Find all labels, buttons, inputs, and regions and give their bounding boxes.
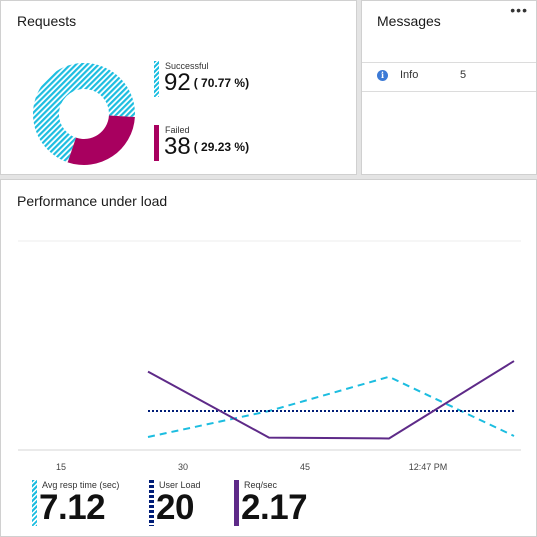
messages-title: Messages xyxy=(377,13,441,29)
message-label: Info xyxy=(400,69,419,81)
series-req-per-sec xyxy=(147,360,515,440)
x-tick-label: 30 xyxy=(178,462,188,472)
ellipsis-icon[interactable]: ••• xyxy=(510,3,528,17)
requests-donut xyxy=(33,63,135,165)
successful-count: 92 xyxy=(164,69,191,96)
successful-percent: 70.77 xyxy=(201,76,232,90)
failed-color-bar xyxy=(154,125,159,161)
series-avg-resp-time xyxy=(147,375,515,438)
performance-chart: 15 30 45 12:47 PM xyxy=(18,240,521,472)
x-tick-label: 15 xyxy=(56,462,66,472)
info-icon: i xyxy=(377,70,388,81)
requests-title: Requests xyxy=(17,13,77,29)
kpi-req-sec-color-bar xyxy=(234,480,239,526)
failed-value: 38( 29.23 %) xyxy=(164,133,250,160)
message-count: 5 xyxy=(460,69,467,81)
successful-value: 92( 70.77 %) xyxy=(164,69,250,96)
failed-percent: 29.23 xyxy=(201,140,232,154)
messages-divider-bottom xyxy=(362,91,536,92)
kpi-avg-resp-value: 7.12 xyxy=(39,488,106,527)
kpi-avg-resp-color-bar xyxy=(32,480,37,526)
kpi-user-load-color-bar xyxy=(149,480,154,526)
x-tick-label: 45 xyxy=(300,462,310,472)
x-tick-label: 12:47 PM xyxy=(409,462,448,472)
kpi-user-load-value: 20 xyxy=(156,488,194,527)
performance-tile[interactable]: Performance under load 15 30 45 12:47 PM Av… xyxy=(0,179,537,537)
kpi-req-sec-value: 2.17 xyxy=(241,488,308,527)
failed-count: 38 xyxy=(164,133,191,160)
donut-slice-failed xyxy=(67,115,135,165)
requests-tile[interactable]: Requests Successful 92( 70.77 %) Failed … xyxy=(0,0,357,175)
message-row-info[interactable]: i Info 5 xyxy=(362,63,536,91)
successful-color-bar xyxy=(154,61,159,97)
messages-tile[interactable]: Messages ••• i Info 5 xyxy=(361,0,537,175)
